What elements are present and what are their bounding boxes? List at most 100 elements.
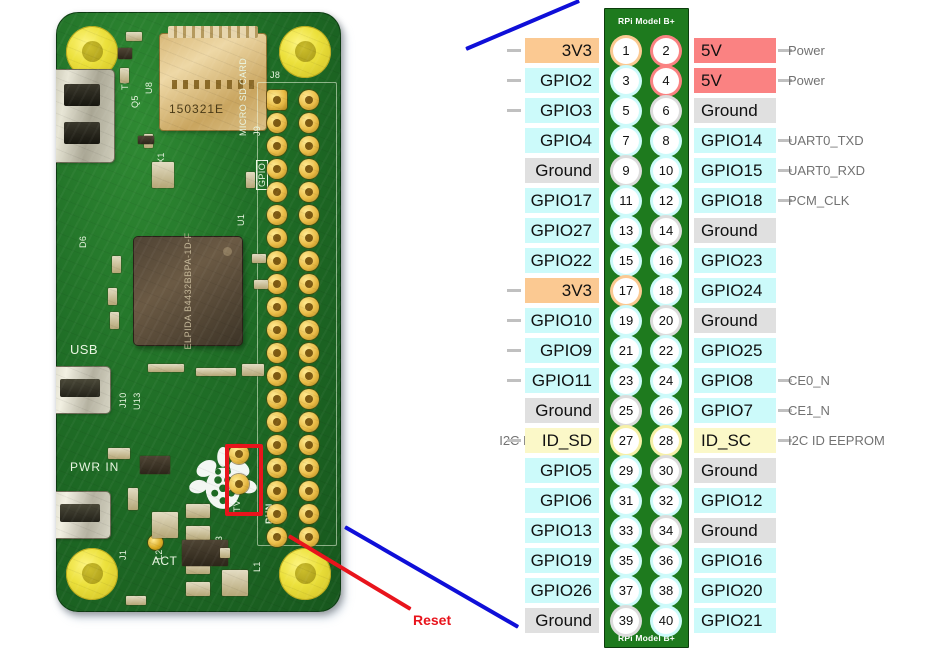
pin-label-left: Ground bbox=[525, 608, 599, 633]
pin-label-left: GPIO3 bbox=[525, 98, 599, 123]
pin-number-odd: 9 bbox=[613, 158, 639, 184]
pin-label-right: ID_SC bbox=[694, 428, 776, 453]
pin-annotation-right: CE1_N bbox=[788, 403, 830, 418]
pin-row: GPIO27 13 14 Ground bbox=[421, 218, 941, 248]
silk-label-u13: U13 bbox=[132, 392, 142, 410]
annotation-dash-left bbox=[507, 109, 521, 112]
pin-number-odd: 23 bbox=[613, 368, 639, 394]
micro-usb-data-port bbox=[56, 367, 110, 413]
pin-label-right: GPIO23 bbox=[694, 248, 776, 273]
microsd-code-label: 150321E bbox=[169, 102, 225, 116]
pin-annotation-right: CE0_N bbox=[788, 373, 830, 388]
pin-row: Ground 39 40 GPIO21 bbox=[421, 608, 941, 638]
silk-label-microsd: MICRO SD CARD bbox=[238, 57, 248, 136]
pin-number-even: 14 bbox=[653, 218, 679, 244]
annotation-dash-left bbox=[507, 289, 521, 292]
pin-label-left: Ground bbox=[525, 158, 599, 183]
silk-label-q5: Q5 bbox=[130, 95, 140, 108]
pin-label-right: GPIO18 bbox=[694, 188, 776, 213]
pin-label-left: 3V3 bbox=[525, 278, 599, 303]
pin-label-right: Ground bbox=[694, 218, 776, 243]
pin-label-right: Ground bbox=[694, 458, 776, 483]
pin-number-odd: 31 bbox=[613, 488, 639, 514]
run-pad-highlight-box bbox=[225, 444, 263, 516]
pin-number-odd: 39 bbox=[613, 608, 639, 634]
pin-label-left: GPIO22 bbox=[525, 248, 599, 273]
pin-number-odd: 35 bbox=[613, 548, 639, 574]
pin-row: GPIO19 35 36 GPIO16 bbox=[421, 548, 941, 578]
annotation-dash-left bbox=[507, 379, 521, 382]
pin-number-odd: 3 bbox=[613, 68, 639, 94]
pin-number-even: 12 bbox=[653, 188, 679, 214]
silk-label-l1: L1 bbox=[252, 561, 262, 572]
mounting-hole-top-right bbox=[279, 26, 331, 78]
pin-number-odd: 19 bbox=[613, 308, 639, 334]
pin-label-right: Ground bbox=[694, 98, 776, 123]
pin-label-right: GPIO20 bbox=[694, 578, 776, 603]
pin-number-odd: 37 bbox=[613, 578, 639, 604]
silk-label-j8: J8 bbox=[270, 70, 281, 80]
pin-number-even: 36 bbox=[653, 548, 679, 574]
silk-label-u1: U1 bbox=[236, 213, 246, 226]
pin-label-right: GPIO21 bbox=[694, 608, 776, 633]
pin-number-even: 16 bbox=[653, 248, 679, 274]
pin-number-even: 38 bbox=[653, 578, 679, 604]
pin-label-right: GPIO7 bbox=[694, 398, 776, 423]
pin-label-right: GPIO14 bbox=[694, 128, 776, 153]
pin-label-left: GPIO4 bbox=[525, 128, 599, 153]
pin-label-right: GPIO8 bbox=[694, 368, 776, 393]
pin-row: GPIO22 15 16 GPIO23 bbox=[421, 248, 941, 278]
pin-label-left: GPIO26 bbox=[525, 578, 599, 603]
pin-row: GPIO26 37 38 GPIO20 bbox=[421, 578, 941, 608]
pin-number-odd: 13 bbox=[613, 218, 639, 244]
pin-number-odd: 5 bbox=[613, 98, 639, 124]
soc-marking-text: ELPIDA B4432BBPA-1D-F bbox=[183, 232, 193, 350]
pin-row: MOSIGPIO101920Ground bbox=[421, 308, 941, 338]
pin-label-left: GPIO9 bbox=[525, 338, 599, 363]
annotation-dash-left bbox=[507, 319, 521, 322]
pin-number-even: 20 bbox=[653, 308, 679, 334]
pin-label-right: 5V bbox=[694, 38, 776, 63]
pin-label-left: GPIO11 bbox=[525, 368, 599, 393]
pin-number-even: 2 bbox=[653, 38, 679, 64]
pin-row: Ground 9 10 GPIO15 UART0_RXD bbox=[421, 158, 941, 188]
pin-number-even: 34 bbox=[653, 518, 679, 544]
header-title-top: RPi Model B+ bbox=[618, 16, 675, 26]
annotation-dash-left bbox=[507, 349, 521, 352]
pin-number-odd: 27 bbox=[613, 428, 639, 454]
pin-row: GPIO13 33 34 Ground bbox=[421, 518, 941, 548]
microsd-card-slot: 150321E bbox=[160, 26, 266, 130]
pin-number-even: 18 bbox=[653, 278, 679, 304]
pin-label-right: GPIO15 bbox=[694, 158, 776, 183]
pin-row: Power3V31718GPIO24 bbox=[421, 278, 941, 308]
annotation-dash-left bbox=[507, 79, 521, 82]
microsd-contacts bbox=[168, 26, 258, 38]
silk-label-pwr-in: PWR IN bbox=[70, 460, 120, 474]
pin-number-odd: 25 bbox=[613, 398, 639, 424]
annotation-dash-left bbox=[507, 49, 521, 52]
pin-row: MISOGPIO92122GPIO25 bbox=[421, 338, 941, 368]
pin-number-even: 8 bbox=[653, 128, 679, 154]
pcb-substrate: 150321E ELPIDA B4432BBPA-1D-F J8 J9 MICR… bbox=[56, 12, 341, 612]
pin-label-left: GPIO10 bbox=[525, 308, 599, 333]
pin-label-left: GPIO17 bbox=[525, 188, 599, 213]
pin-row: GPIO6 31 32 GPIO12 bbox=[421, 488, 941, 518]
pin-number-even: 30 bbox=[653, 458, 679, 484]
pin-label-left: GPIO5 bbox=[525, 458, 599, 483]
pin-label-left: GPIO19 bbox=[525, 548, 599, 573]
silk-label-j10: J10 bbox=[118, 392, 128, 408]
pin-number-odd: 17 bbox=[613, 278, 639, 304]
pin-row: SCL I2CGPIO356Ground bbox=[421, 98, 941, 128]
pin-annotation-right: PCM_CLK bbox=[788, 193, 850, 208]
pin-label-right: GPIO16 bbox=[694, 548, 776, 573]
pin-row: SCLKGPIO112324GPIO8CE0_N bbox=[421, 368, 941, 398]
pin-number-even: 6 bbox=[653, 98, 679, 124]
pin-row: Power3V3125VPower bbox=[421, 38, 941, 68]
gpio-pad-grid bbox=[267, 90, 329, 547]
pin-label-right: GPIO12 bbox=[694, 488, 776, 513]
gpio-pinout-table: RPi Model B+ RPi Model B+ Power3V3125VPo… bbox=[421, 8, 941, 656]
pin-annotation-right: UART0_TXD bbox=[788, 133, 864, 148]
pin-number-odd: 33 bbox=[613, 518, 639, 544]
pin-annotation-right: Power bbox=[788, 73, 825, 88]
pin-number-odd: 15 bbox=[613, 248, 639, 274]
